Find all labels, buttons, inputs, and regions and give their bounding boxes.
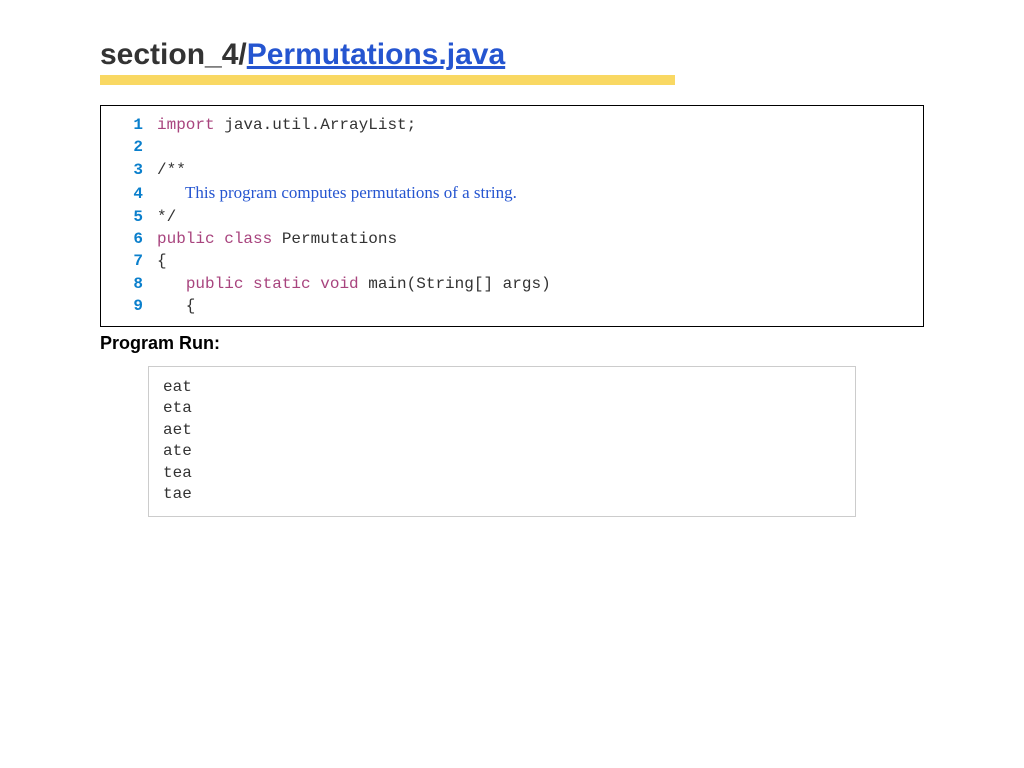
code-token: */ [157, 206, 176, 228]
title-underline [100, 75, 675, 85]
output-line: aet [163, 420, 841, 442]
line-number: 3 [115, 159, 143, 181]
code-listing-box: 1 import java.util.ArrayList; 23 /** 4 This p… [100, 105, 924, 327]
code-token: public class [157, 228, 272, 250]
program-output-box: eatetaaetateteatae [148, 366, 856, 518]
output-line: eta [163, 398, 841, 420]
code-token: import [157, 114, 215, 136]
line-number: 1 [115, 114, 143, 136]
code-line: 7{ [115, 250, 909, 272]
code-token: { [157, 295, 195, 317]
code-line: 3 /** [115, 159, 909, 181]
code-line: 1 import java.util.ArrayList; [115, 114, 909, 136]
line-number: 4 [115, 183, 143, 205]
code-token: public static void [186, 273, 359, 295]
line-number: 7 [115, 250, 143, 272]
output-line: tea [163, 463, 841, 485]
code-line: 6 public class Permutations [115, 228, 909, 250]
line-number: 2 [115, 136, 143, 158]
code-line: 2 [115, 136, 909, 158]
code-token: main(String[] args) [359, 273, 551, 295]
code-comment: This program computes permutations of a … [157, 181, 517, 205]
line-number: 6 [115, 228, 143, 250]
code-line: 9 { [115, 295, 909, 317]
title-prefix: section_4/ [100, 38, 247, 71]
line-number: 8 [115, 273, 143, 295]
slide-title: section_4/Permutations.java [100, 38, 924, 72]
code-line: 4 This program computes permutations of a… [115, 181, 909, 205]
output-line: ate [163, 441, 841, 463]
title-file-link[interactable]: Permutations.java [247, 38, 505, 71]
code-line: 8 public static void main(String[] args) [115, 273, 909, 295]
output-line: eat [163, 377, 841, 399]
program-run-label: Program Run: [100, 333, 924, 354]
slide-title-block: section_4/Permutations.java [100, 38, 924, 85]
line-number: 9 [115, 295, 143, 317]
code-token: Permutations [272, 228, 397, 250]
code-token: { [157, 250, 167, 272]
code-token: /** [157, 159, 186, 181]
code-token [157, 273, 186, 295]
code-line: 5 */ [115, 206, 909, 228]
code-token: java.util.ArrayList; [215, 114, 417, 136]
line-number: 5 [115, 206, 143, 228]
output-line: tae [163, 484, 841, 506]
